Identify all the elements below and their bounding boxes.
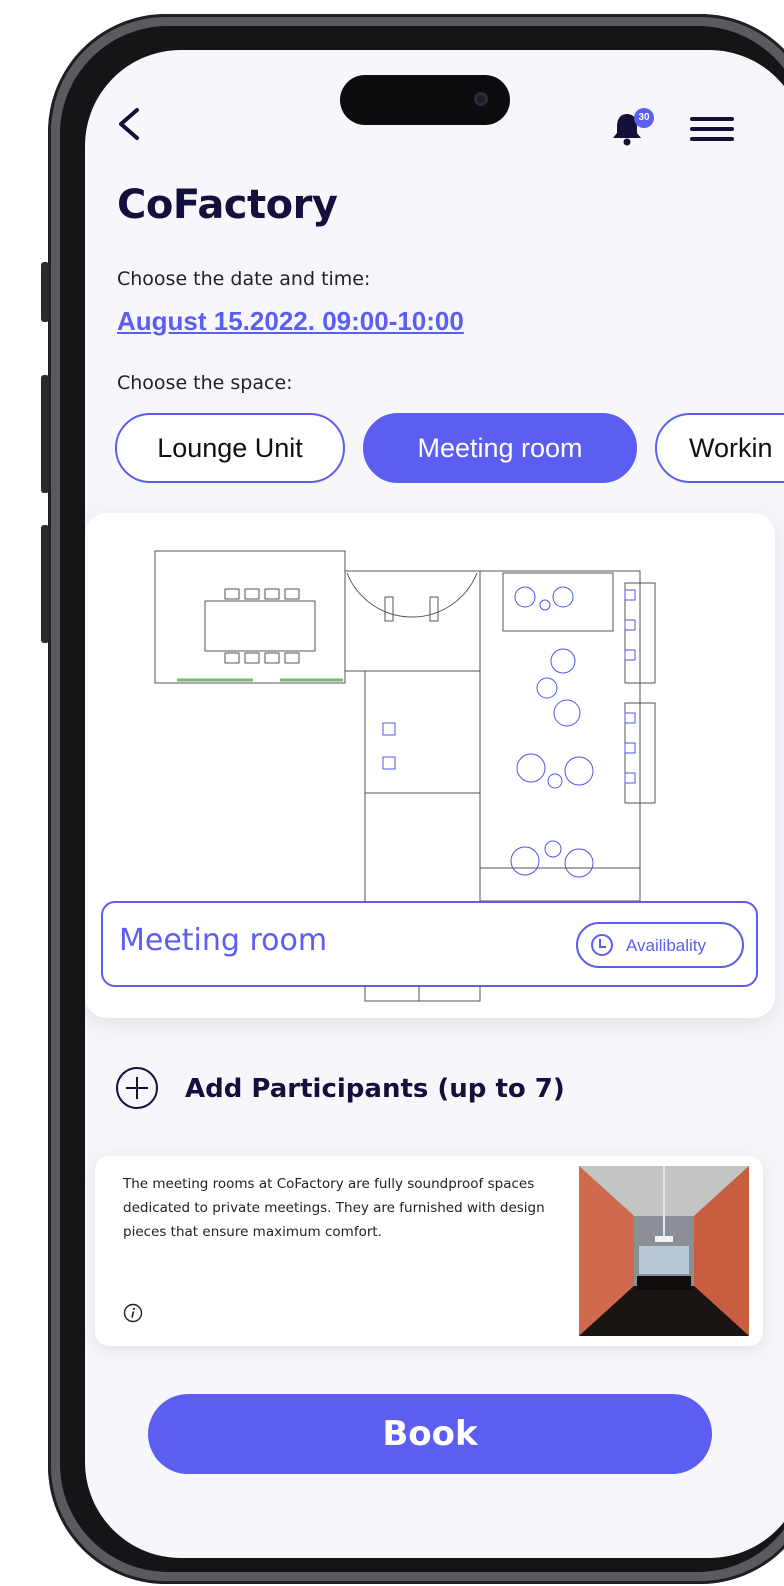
selected-room-name: Meeting room bbox=[119, 923, 328, 958]
space-label: Choose the space: bbox=[117, 372, 293, 394]
space-selector: Lounge Unit Meeting room Workin bbox=[115, 413, 784, 487]
availability-label: Availibality bbox=[626, 936, 707, 955]
app-screen: 30 CoFactory Choose the date and time: A… bbox=[85, 50, 784, 1558]
phone-side-button bbox=[41, 262, 49, 322]
dynamic-island bbox=[340, 75, 510, 125]
chevron-left-icon[interactable] bbox=[115, 107, 145, 141]
camera-dot bbox=[474, 92, 488, 106]
phone-side-button bbox=[41, 375, 49, 493]
space-chip-working[interactable]: Workin bbox=[655, 413, 784, 483]
add-participants-label: Add Participants (up to 7) bbox=[185, 1074, 565, 1104]
book-button[interactable]: Book bbox=[148, 1394, 712, 1474]
notification-badge: 30 bbox=[634, 108, 654, 128]
space-chip-meeting-room[interactable]: Meeting room bbox=[363, 413, 637, 483]
info-icon[interactable] bbox=[123, 1303, 143, 1323]
floorplan-card: Meeting room Availibality bbox=[85, 513, 775, 1018]
date-label: Choose the date and time: bbox=[117, 268, 371, 290]
clock-icon bbox=[591, 934, 613, 956]
plus-circle-icon bbox=[116, 1067, 158, 1109]
space-chip-lounge-unit[interactable]: Lounge Unit bbox=[115, 413, 345, 483]
room-photo bbox=[579, 1166, 749, 1336]
page-title: CoFactory bbox=[117, 182, 338, 228]
selected-room-bar: Meeting room Availibality bbox=[101, 901, 758, 987]
hamburger-menu-icon[interactable] bbox=[690, 117, 734, 141]
room-description: The meeting rooms at CoFactory are fully… bbox=[123, 1176, 545, 1240]
room-info-card: The meeting rooms at CoFactory are fully… bbox=[95, 1156, 763, 1346]
phone-side-button bbox=[41, 525, 49, 643]
availability-button[interactable]: Availibality bbox=[576, 922, 744, 968]
date-time-link[interactable]: August 15.2022. 09:00-10:00 bbox=[117, 306, 464, 337]
